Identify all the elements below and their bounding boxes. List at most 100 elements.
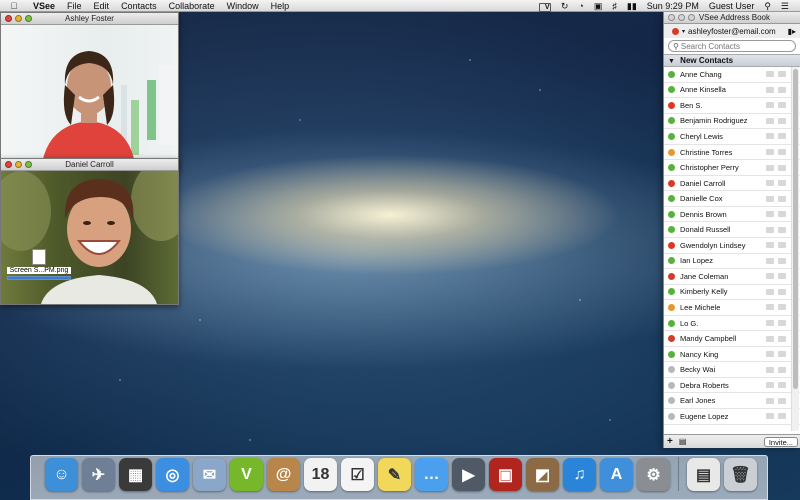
- video-call-icon[interactable]: [778, 382, 786, 389]
- video-call-icon[interactable]: [778, 71, 786, 78]
- vsee-icon[interactable]: V: [230, 458, 263, 491]
- contact-row[interactable]: Christopher Perry: [664, 160, 800, 176]
- window-titlebar[interactable]: VSee Address Book: [664, 12, 800, 24]
- reminders-icon[interactable]: ☑: [341, 458, 374, 491]
- contacts-icon[interactable]: @: [267, 458, 300, 491]
- menu-clock[interactable]: Sun 9:29 PM: [642, 0, 704, 12]
- contact-row[interactable]: Eugene Lopez: [664, 409, 800, 425]
- wifi-icon[interactable]: ◔: [573, 0, 588, 12]
- minimize-button[interactable]: [15, 15, 22, 22]
- video-call-icon[interactable]: [778, 86, 786, 93]
- contact-row[interactable]: Cheryl Lewis: [664, 129, 800, 145]
- close-button[interactable]: [5, 161, 12, 168]
- chat-icon[interactable]: [766, 180, 774, 187]
- itunes-icon[interactable]: ♫: [563, 458, 596, 491]
- zoom-button[interactable]: [25, 15, 32, 22]
- chat-icon[interactable]: [766, 351, 774, 358]
- contact-row[interactable]: Debra Roberts: [664, 378, 800, 394]
- video-call-icon[interactable]: [778, 413, 786, 420]
- video-call-icon[interactable]: [778, 335, 786, 342]
- contact-row[interactable]: Anne Kinsella: [664, 83, 800, 99]
- chat-icon[interactable]: [766, 133, 774, 140]
- chat-icon[interactable]: [766, 366, 774, 373]
- messages-icon[interactable]: …: [415, 458, 448, 491]
- video-call-icon[interactable]: [778, 133, 786, 140]
- invite-button[interactable]: Invite...: [763, 436, 798, 447]
- contact-row[interactable]: Donald Russell: [664, 222, 800, 239]
- contact-row[interactable]: Daniel Carroll: [664, 176, 800, 192]
- chat-icon[interactable]: [766, 335, 774, 342]
- chat-icon[interactable]: [766, 211, 774, 218]
- chat-icon[interactable]: [766, 288, 774, 295]
- mission-control-icon[interactable]: ▦: [119, 458, 152, 491]
- minimize-button[interactable]: [15, 161, 22, 168]
- chat-icon[interactable]: [766, 242, 774, 249]
- chat-icon[interactable]: [766, 102, 774, 109]
- video-call-icon[interactable]: [778, 320, 786, 327]
- contact-row[interactable]: Becky Wai: [664, 362, 800, 378]
- contact-row[interactable]: Christine Torres: [664, 145, 800, 161]
- contact-row[interactable]: Lee Michele: [664, 300, 800, 316]
- contact-row[interactable]: Anne Chang: [664, 67, 800, 83]
- menu-file[interactable]: File: [61, 0, 88, 12]
- video-call-icon[interactable]: [778, 351, 786, 358]
- video-call-icon[interactable]: [778, 164, 786, 171]
- contact-row[interactable]: Ian Lopez: [664, 254, 800, 270]
- menu-window[interactable]: Window: [221, 0, 265, 12]
- contact-row[interactable]: Ben S.: [664, 98, 800, 114]
- menu-edit[interactable]: Edit: [88, 0, 116, 12]
- contact-row[interactable]: Kimberly Kelly: [664, 285, 800, 301]
- facetime-icon[interactable]: ▶: [452, 458, 485, 491]
- video-call-icon[interactable]: [778, 288, 786, 295]
- chat-icon[interactable]: [766, 149, 774, 155]
- video-call-icon[interactable]: [778, 102, 786, 109]
- video-camera-icon[interactable]: ▮▸: [788, 27, 796, 36]
- chat-icon[interactable]: [766, 86, 774, 93]
- trash-icon[interactable]: 🗑: [724, 458, 757, 491]
- contact-row[interactable]: Dennis Brown: [664, 207, 800, 223]
- launchpad-icon[interactable]: ✈: [82, 458, 115, 491]
- menu-app-name[interactable]: VSee: [27, 0, 61, 12]
- video-call-icon[interactable]: [778, 226, 786, 233]
- zoom-button[interactable]: [688, 14, 695, 21]
- photo-booth-icon[interactable]: ▣: [489, 458, 522, 491]
- chat-icon[interactable]: [766, 117, 774, 124]
- contact-row[interactable]: Nancy King: [664, 347, 800, 363]
- volume-icon[interactable]: ♯: [607, 0, 622, 12]
- group-header[interactable]: ▼ New Contacts: [664, 54, 800, 67]
- iphoto-icon[interactable]: ◩: [526, 458, 559, 491]
- vsee-status-icon[interactable]: V: [534, 0, 556, 12]
- chat-icon[interactable]: [766, 226, 774, 233]
- notification-center-icon[interactable]: ☰: [776, 0, 794, 12]
- search-input[interactable]: [680, 41, 781, 51]
- calendar-icon[interactable]: 18: [304, 458, 337, 491]
- video-call-icon[interactable]: [778, 366, 786, 373]
- document-icon[interactable]: ▤: [687, 458, 720, 491]
- add-contact-button[interactable]: +: [667, 436, 673, 447]
- chat-icon[interactable]: [766, 257, 774, 264]
- video-call-icon[interactable]: [778, 242, 786, 249]
- chat-icon[interactable]: [766, 413, 774, 420]
- minimize-button[interactable]: [678, 14, 685, 21]
- file-transfer[interactable]: Screen S...PM.png: [7, 249, 71, 280]
- account-status[interactable]: ▾ ashleyfoster@email.com ▮▸: [664, 24, 800, 38]
- window-titlebar[interactable]: Ashley Foster: [1, 13, 178, 25]
- video-call-icon[interactable]: [778, 180, 786, 187]
- chat-icon[interactable]: [766, 382, 774, 389]
- video-call-icon[interactable]: [778, 195, 786, 202]
- contact-row[interactable]: Jane Coleman: [664, 269, 800, 285]
- menu-collaborate[interactable]: Collaborate: [163, 0, 221, 12]
- close-button[interactable]: [668, 14, 675, 21]
- video-call-icon[interactable]: [778, 257, 786, 264]
- search-field[interactable]: ⚲: [668, 40, 796, 52]
- display-icon[interactable]: ▣: [589, 0, 608, 12]
- chat-icon[interactable]: [766, 71, 774, 78]
- menu-user[interactable]: Guest User: [704, 0, 760, 12]
- chat-icon[interactable]: [766, 304, 774, 311]
- timemachine-icon[interactable]: ↻: [556, 0, 574, 12]
- contact-row[interactable]: Earl Jones: [664, 393, 800, 410]
- zoom-button[interactable]: [25, 161, 32, 168]
- chat-icon[interactable]: [766, 320, 774, 327]
- spotlight-icon[interactable]: ⚲: [759, 0, 776, 12]
- chat-icon[interactable]: [766, 273, 774, 280]
